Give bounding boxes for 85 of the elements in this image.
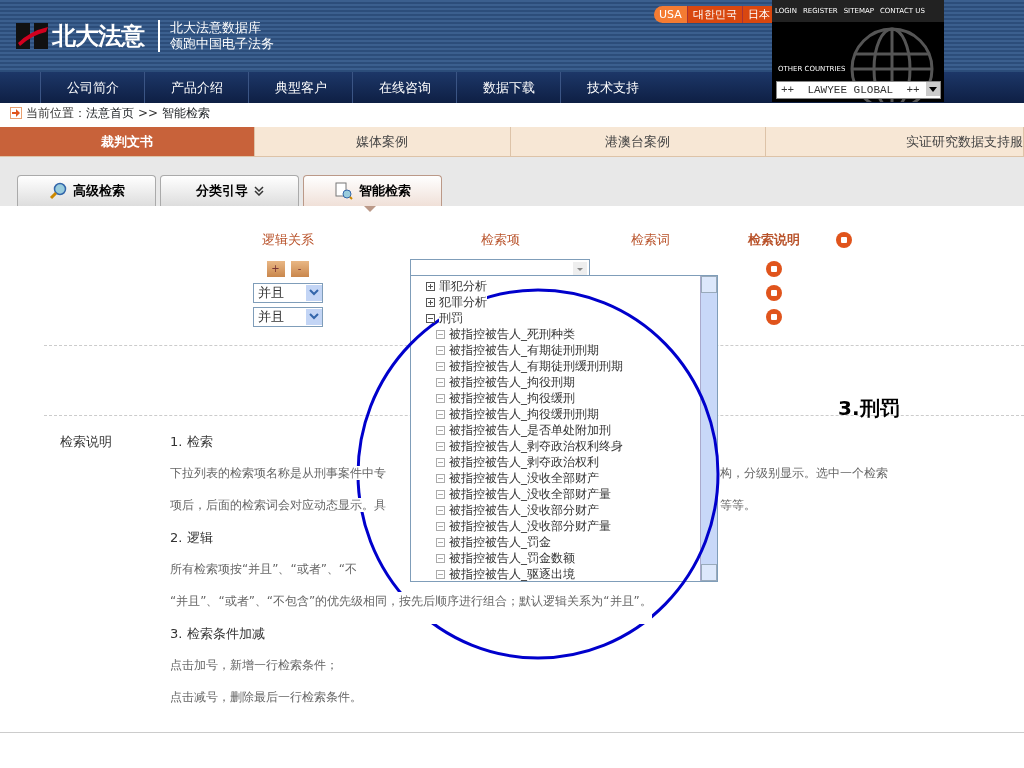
leaf-icon bbox=[436, 457, 445, 467]
breadcrumb-link[interactable]: 智能检索 bbox=[162, 104, 211, 122]
help-text: 下拉列表的检索项名称是从刑事案件中专 bbox=[170, 466, 386, 480]
logo-text: 北大法意 bbox=[52, 21, 144, 52]
tree-item[interactable]: 犯罪分析 bbox=[439, 294, 487, 310]
double-chevron-icon bbox=[253, 186, 264, 196]
annotation-label: 3.刑罚 bbox=[838, 395, 900, 422]
tree-item[interactable]: 被指控被告人_没收部分财产量 bbox=[449, 518, 611, 534]
magnifier-icon bbox=[48, 182, 67, 200]
leaf-icon bbox=[436, 569, 445, 579]
leaf-icon bbox=[436, 553, 445, 563]
tree-item[interactable]: 被指控被告人_有期徒刑刑期 bbox=[449, 342, 599, 358]
section-heading: 1. 检索 bbox=[170, 434, 213, 449]
leaf-icon bbox=[436, 409, 445, 419]
leaf-icon bbox=[436, 537, 445, 547]
nav-link[interactable]: 典型客户 bbox=[248, 72, 352, 103]
info-icon[interactable] bbox=[766, 284, 782, 301]
leaf-icon bbox=[436, 345, 445, 355]
tagline: 北大法意数据库 bbox=[170, 20, 262, 36]
category-tab[interactable]: 实证研究数据支持服 bbox=[765, 127, 1024, 157]
expand-icon[interactable] bbox=[426, 297, 435, 307]
logo-icon bbox=[16, 23, 48, 49]
leaf-icon bbox=[436, 329, 445, 339]
column-header: 检索说明 bbox=[746, 231, 801, 249]
leaf-icon bbox=[436, 473, 445, 483]
category-tab[interactable]: 裁判文书 bbox=[0, 127, 256, 157]
remove-button[interactable]: - bbox=[290, 260, 309, 277]
tree-item[interactable]: 刑罚 bbox=[439, 310, 463, 326]
tree-item[interactable]: 被指控被告人_死刑种类 bbox=[449, 326, 575, 342]
column-header: 检索词 bbox=[629, 231, 671, 249]
leaf-icon bbox=[436, 425, 445, 435]
info-icon[interactable] bbox=[836, 231, 852, 248]
leaf-icon bbox=[436, 393, 445, 403]
tree-item[interactable]: 被指控被告人_没收全部财产 bbox=[449, 470, 599, 486]
tree-item[interactable]: 被指控被告人_拘役缓刑 bbox=[449, 390, 575, 406]
logic-select[interactable]: 并且 bbox=[252, 306, 323, 327]
add-button[interactable]: + bbox=[266, 260, 285, 277]
help-text: “并且”、“或者”、“不包含”的优先级相同，按先后顺序进行组合；默认逻辑关系为“并且”。 bbox=[170, 592, 652, 624]
tree-item[interactable]: 被指控被告人_剥夺政治权利 bbox=[449, 454, 599, 470]
nav-link[interactable]: 公司简介 bbox=[40, 72, 144, 103]
tree-item[interactable]: 被指控被告人_拘役缓刑刑期 bbox=[449, 406, 599, 422]
tree-item[interactable]: 被指控被告人_是否单处附加刑 bbox=[449, 422, 611, 438]
leaf-icon bbox=[436, 361, 445, 371]
help-text: 项后，后面的检索词会对应动态显示。具 bbox=[170, 498, 386, 512]
leaf-icon bbox=[436, 521, 445, 531]
info-icon[interactable] bbox=[766, 308, 782, 325]
country-button[interactable]: 대한민국 bbox=[687, 6, 743, 23]
info-icon[interactable] bbox=[766, 260, 782, 277]
breadcrumb-label: 当前位置： bbox=[26, 105, 86, 122]
nav-link[interactable]: 产品介绍 bbox=[144, 72, 248, 103]
country-select[interactable]: ++ LAWYEE GLOBAL ++ bbox=[776, 81, 941, 99]
tree-item[interactable]: 被指控被告人_剥夺政治权利终身 bbox=[449, 438, 623, 454]
nav-link[interactable]: 数据下载 bbox=[456, 72, 560, 103]
leaf-icon bbox=[436, 377, 445, 387]
search-mode-tab[interactable]: 高级检索 bbox=[17, 175, 156, 206]
logic-select[interactable]: 并且 bbox=[252, 282, 323, 303]
expand-icon[interactable] bbox=[426, 281, 435, 291]
breadcrumb-link[interactable]: 法意首页 bbox=[86, 104, 134, 122]
leaf-icon bbox=[436, 489, 445, 499]
scrollbar[interactable] bbox=[700, 276, 717, 581]
column-header: 逻辑关系 bbox=[260, 231, 315, 249]
tagline: 领跑中国电子法务 bbox=[170, 36, 274, 52]
tree-item[interactable]: 被指控被告人_没收全部财产量 bbox=[449, 486, 611, 502]
tree-item[interactable]: 被指控被告人_拘役刑期 bbox=[449, 374, 575, 390]
tree-item[interactable]: 被指控被告人_有期徒刑缓刑刑期 bbox=[449, 358, 623, 374]
leaf-icon bbox=[436, 441, 445, 451]
breadcrumb-separator: >> bbox=[138, 105, 159, 122]
tree-item[interactable]: 被指控被告人_罚金 bbox=[449, 534, 551, 550]
document-search-icon bbox=[334, 182, 353, 200]
nav-link[interactable]: 在线咨询 bbox=[352, 72, 456, 103]
tree-item[interactable]: 被指控被告人_没收部分财产 bbox=[449, 502, 599, 518]
column-header: 检索项 bbox=[479, 231, 521, 249]
tree-item[interactable]: 被指控被告人_罚金数额 bbox=[449, 550, 575, 566]
leaf-icon bbox=[436, 505, 445, 515]
nav-link[interactable]: 技术支持 bbox=[560, 72, 664, 103]
arrow-icon bbox=[10, 107, 22, 119]
section-title: 检索说明 bbox=[60, 433, 113, 451]
tree-item[interactable]: 被指控被告人_驱逐出境 bbox=[449, 566, 575, 581]
collapse-icon[interactable] bbox=[426, 313, 435, 323]
category-tab[interactable]: 媒体案例 bbox=[255, 127, 511, 157]
section-heading: 2. 逻辑 bbox=[170, 530, 213, 545]
category-tab[interactable]: 港澳台案例 bbox=[510, 127, 766, 157]
search-mode-tab[interactable]: 分类引导 bbox=[160, 175, 299, 206]
section-heading: 3. 检索条件加减 bbox=[170, 626, 265, 641]
tree-item[interactable]: 罪犯分析 bbox=[439, 278, 487, 294]
